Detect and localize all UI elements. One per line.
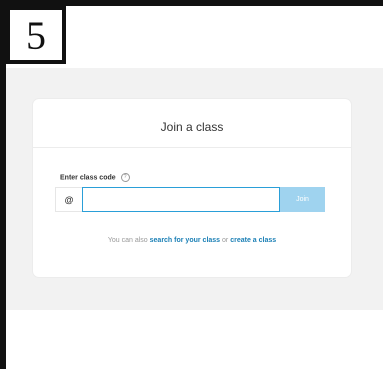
- at-prefix: @: [55, 187, 82, 212]
- join-class-card: Join a class Enter class code ? @ Join Y…: [33, 99, 351, 277]
- create-class-link[interactable]: create a class: [230, 237, 276, 244]
- footer-middle-text: or: [220, 237, 231, 244]
- class-code-input-row: @ Join: [55, 187, 325, 212]
- class-code-label: Enter class code ?: [60, 173, 130, 182]
- lower-page-area: [6, 310, 383, 369]
- step-number: 5: [26, 12, 46, 58]
- search-class-link[interactable]: search for your class: [150, 237, 220, 244]
- join-button[interactable]: Join: [280, 187, 325, 212]
- footer-prefix-text: You can also: [107, 237, 150, 244]
- class-code-input[interactable]: [82, 187, 280, 212]
- class-code-label-text: Enter class code: [60, 174, 116, 182]
- alternative-options-text: You can also search for your class or cr…: [33, 237, 351, 244]
- card-divider: [33, 147, 351, 148]
- help-icon[interactable]: ?: [120, 173, 130, 182]
- step-number-badge: 5: [6, 6, 66, 64]
- card-title: Join a class: [160, 120, 224, 134]
